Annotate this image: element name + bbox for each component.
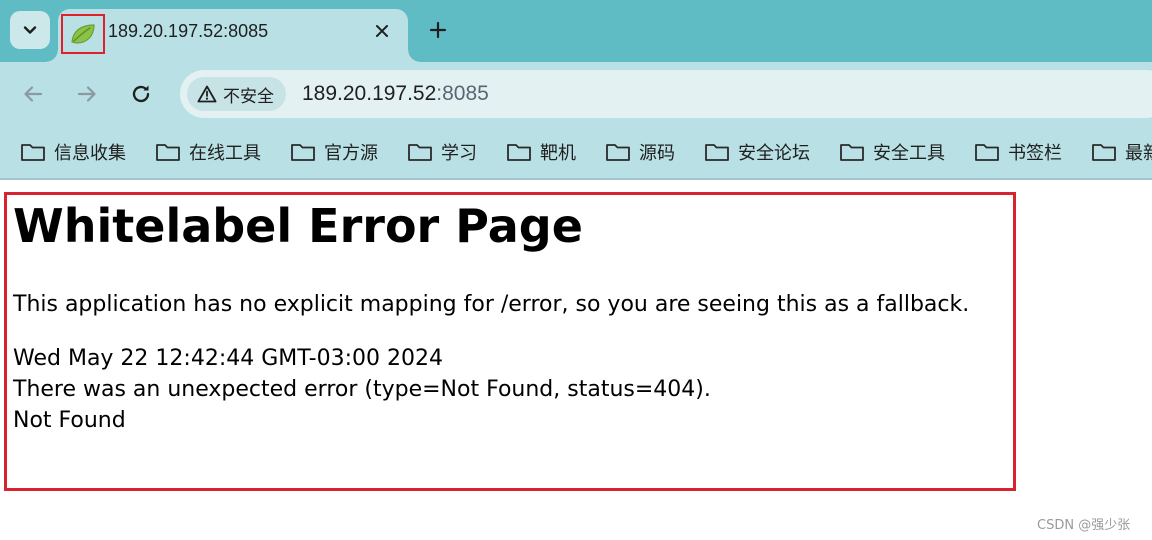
error-description: This application has no explicit mapping… [13,292,970,317]
folder-icon [156,144,180,161]
bookmark-folder[interactable]: 最新 [1091,139,1152,165]
tab-close-button[interactable] [370,19,394,43]
bookmark-folder[interactable]: 官方源 [290,139,378,165]
bookmark-label: 官方源 [324,143,378,164]
bookmark-label: 在线工具 [189,143,261,164]
watermark: CSDN @强少张 [1037,518,1131,533]
bookmark-label: 靶机 [540,143,576,164]
bookmark-label: 书签栏 [1008,143,1062,164]
folder-icon [507,144,531,161]
spring-leaf-icon [71,24,95,44]
warning-icon [197,85,217,103]
bookmark-folder[interactable]: 靶机 [506,139,576,165]
folder-icon [1092,144,1116,161]
bookmark-label: 安全论坛 [738,143,810,164]
bookmark-folder[interactable]: 源码 [605,139,675,165]
chevron-down-icon [23,26,37,34]
bookmark-folder[interactable]: 在线工具 [155,139,261,165]
folder-icon [291,144,315,161]
url-text[interactable]: 189.20.197.52:8085 [302,82,489,106]
folder-icon [408,144,432,161]
bookmark-folder[interactable]: 安全论坛 [704,139,810,165]
folder-icon [21,144,45,161]
folder-icon [705,144,729,161]
bookmark-folder[interactable]: 信息收集 [20,139,126,165]
page-title: Whitelabel Error Page [13,199,583,253]
url-port: :8085 [436,82,489,105]
arrow-right-icon [77,86,96,102]
error-message: Not Found [13,408,126,433]
url-host: 189.20.197.52 [302,82,437,105]
bookmark-folder[interactable]: 学习 [407,139,477,165]
favicon-highlight [61,14,105,54]
close-icon [376,25,388,37]
tab-search-button[interactable] [10,11,50,49]
tab-title: 189.20.197.52:8085 [108,21,269,41]
bookmark-label: 安全工具 [873,143,945,164]
folder-icon [840,144,864,161]
bookmark-folder[interactable]: 书签栏 [974,139,1062,165]
error-timestamp: Wed May 22 12:42:44 GMT-03:00 2024 [13,346,443,371]
tab-strip: 189.20.197.52:8085 [0,0,1152,62]
arrow-left-icon [24,86,43,102]
reload-icon [132,85,150,103]
address-bar[interactable]: 不安全 189.20.197.52:8085 [180,70,1152,118]
bookmark-label: 信息收集 [54,143,126,164]
security-label: 不安全 [223,86,274,107]
forward-button[interactable] [71,78,103,110]
plus-icon [429,21,447,39]
browser-toolbar: 不安全 189.20.197.52:8085 [0,62,1152,126]
new-tab-button[interactable] [424,16,452,44]
bookmark-label: 源码 [639,143,675,164]
folder-icon [975,144,999,161]
error-detail: There was an unexpected error (type=Not … [13,377,711,402]
reload-button[interactable] [125,78,157,110]
security-indicator[interactable]: 不安全 [187,77,286,111]
bookmark-label: 最新 [1125,143,1152,164]
back-button[interactable] [17,78,49,110]
bookmark-folder[interactable]: 安全工具 [839,139,945,165]
bookmarks-bar: 信息收集 在线工具 官方源 学习 靶机 源码 安全论坛 安全工具 书签栏 最新 [0,126,1152,180]
active-tab[interactable]: 189.20.197.52:8085 [46,9,420,62]
folder-icon [606,144,630,161]
bookmark-label: 学习 [441,143,477,164]
